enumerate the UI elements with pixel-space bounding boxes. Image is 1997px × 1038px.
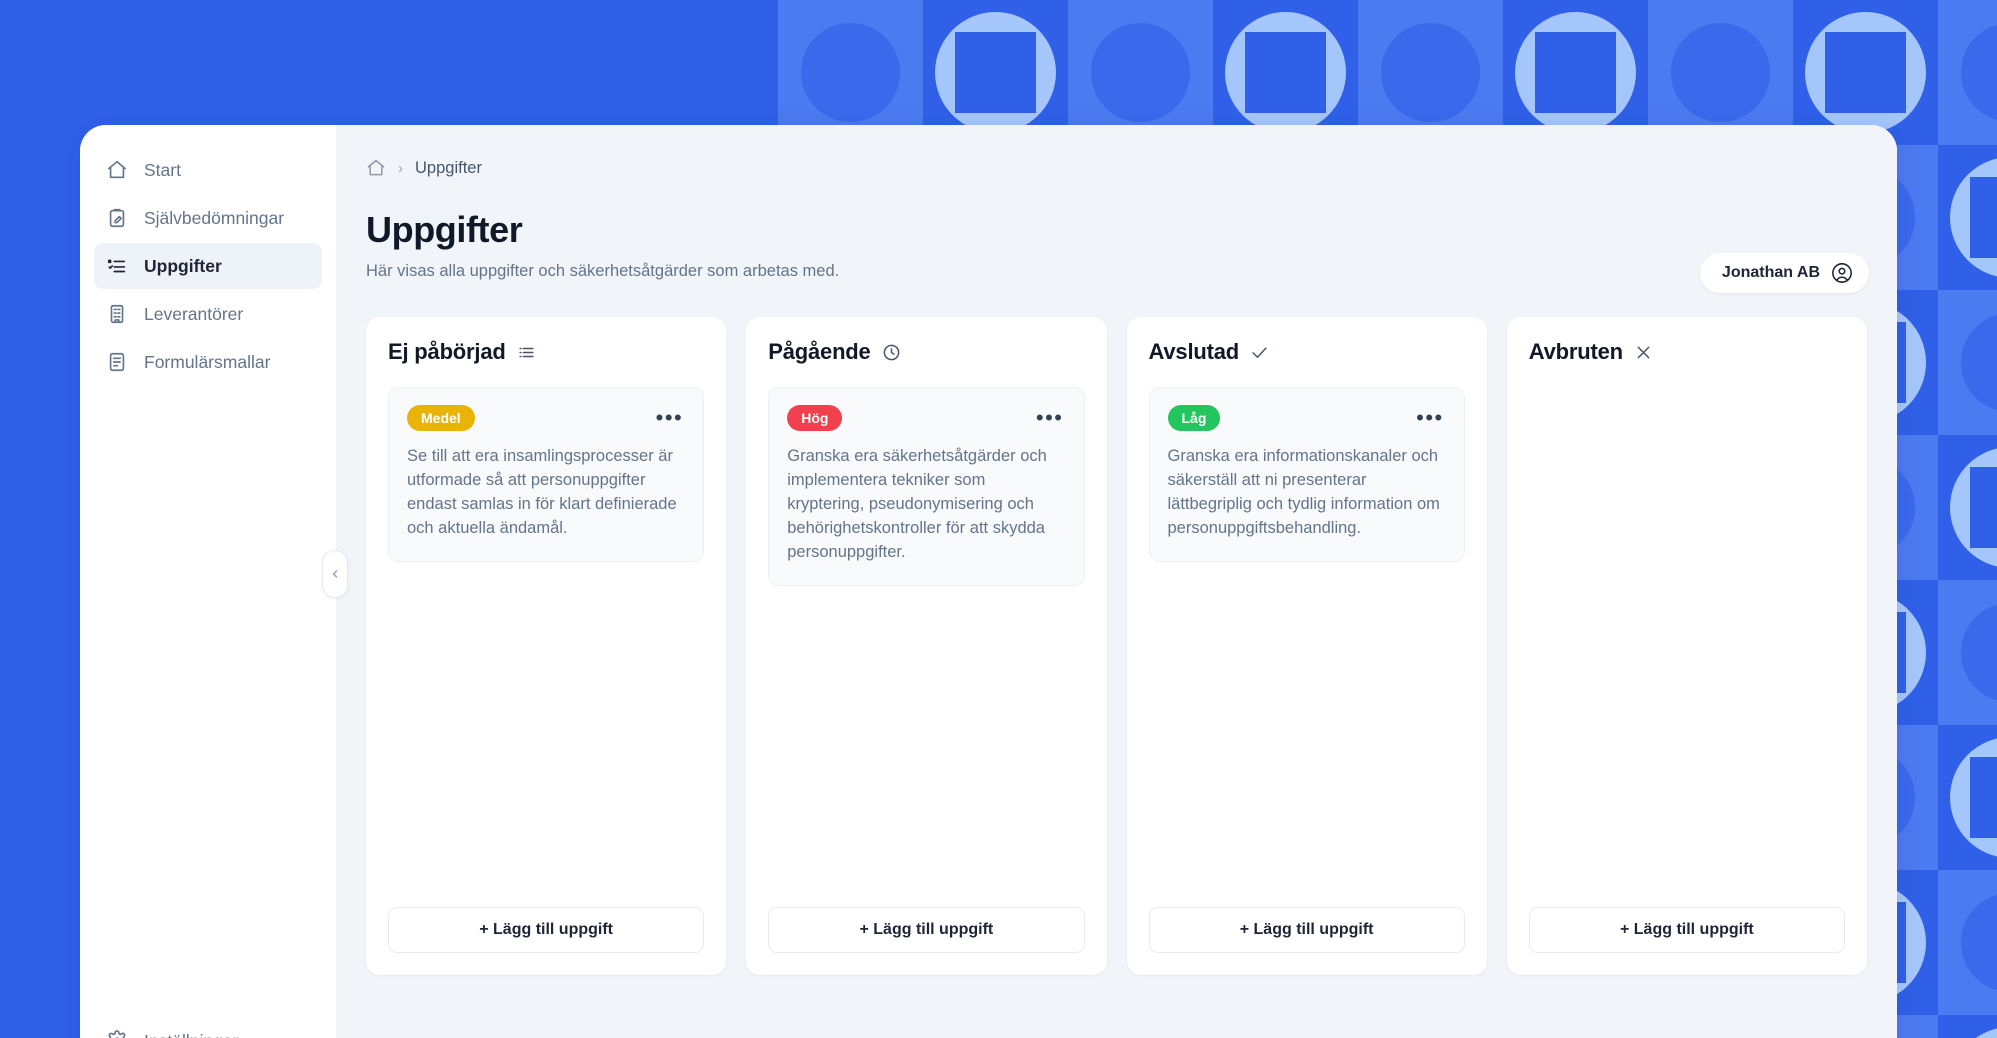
- task-card-menu-icon[interactable]: •••: [1034, 407, 1066, 429]
- page-subtitle: Här visas alla uppgifter och säkerhetsåt…: [366, 262, 840, 280]
- kanban-column-title: Avslutad: [1148, 339, 1240, 364]
- page-title: Uppgifter: [366, 209, 523, 250]
- list-checks-icon: [106, 255, 128, 277]
- x-icon: [1634, 343, 1653, 362]
- kanban-column-title: Pågående: [768, 339, 871, 364]
- user-name-label: Jonathan AB: [1721, 264, 1820, 281]
- main-content: › Uppgifter Jonathan AB Uppgifter Här vi…: [322, 125, 1897, 1038]
- priority-badge: Låg: [1167, 405, 1221, 431]
- add-task-button[interactable]: + Lägg till uppgift: [1528, 907, 1845, 953]
- sidebar-item-sj-lvbed-mningar[interactable]: Självbedömningar: [94, 195, 322, 241]
- kanban-board: Ej påbörjad Medel ••• Se till att era insam…: [336, 281, 1897, 975]
- add-task-button[interactable]: + Lägg till uppgift: [1148, 907, 1465, 953]
- clock-icon: [882, 343, 901, 362]
- breadcrumb-separator: ›: [398, 159, 403, 177]
- kanban-column-title: Ej påbörjad: [388, 339, 506, 364]
- sidebar-item-start[interactable]: Start: [94, 147, 322, 193]
- home-icon: [106, 159, 128, 181]
- task-card[interactable]: Hög ••• Granska era säkerhetsåtgärder och …: [768, 387, 1085, 586]
- kanban-column-header: Ej påbörjad: [388, 339, 704, 365]
- sidebar-item-label: Självbedömningar: [144, 207, 285, 228]
- sidebar-item-label: Leverantörer: [144, 303, 244, 324]
- sidebar-footer: Inställningar: [80, 1018, 336, 1038]
- kanban-column-title: Avbruten: [1528, 339, 1623, 364]
- check-icon: [1250, 343, 1269, 362]
- sidebar-collapse-toggle[interactable]: [322, 550, 348, 598]
- kanban-column-header: Avbruten: [1529, 339, 1845, 365]
- task-card-header: Medel •••: [407, 405, 685, 431]
- breadcrumb-current[interactable]: Uppgifter: [415, 159, 482, 178]
- kanban-column-header: Pågående: [768, 339, 1084, 365]
- file-text-icon: [106, 351, 128, 373]
- task-card[interactable]: Låg ••• Granska era informationskanaler oc…: [1148, 387, 1465, 562]
- sidebar: Start Självbedömningar Uppgifter Leverantör…: [80, 125, 336, 1038]
- task-card-menu-icon[interactable]: •••: [1414, 407, 1446, 429]
- sidebar-item-label: Uppgifter: [144, 255, 222, 276]
- sidebar-item-label: Formulärsmallar: [144, 351, 271, 372]
- sidebar-item-settings[interactable]: Inställningar: [94, 1018, 322, 1038]
- user-account-button[interactable]: Jonathan AB: [1699, 253, 1869, 293]
- kanban-card-list: Låg ••• Granska era informationskanaler oc…: [1148, 387, 1465, 562]
- kanban-card-list: Hög ••• Granska era säkerhetsåtgärder och …: [768, 387, 1085, 586]
- task-card-description: Granska era informationskanaler och säke…: [1167, 447, 1440, 537]
- home-icon[interactable]: [366, 158, 386, 178]
- gear-icon: [106, 1030, 128, 1038]
- kanban-column-header: Avslutad: [1149, 339, 1465, 365]
- kanban-column: Pågående Hög ••• Granska era säkerhetsåtgär…: [746, 317, 1107, 975]
- add-task-button[interactable]: + Lägg till uppgift: [768, 907, 1085, 953]
- task-card-header: Hög •••: [787, 405, 1065, 431]
- add-task-button[interactable]: + Lägg till uppgift: [388, 907, 705, 953]
- user-circle-icon: [1831, 262, 1853, 284]
- sidebar-item-label: Start: [144, 159, 181, 180]
- chevron-left-icon: [332, 570, 338, 578]
- task-card-description: Granska era säkerhetsåtgärder och implem…: [787, 447, 1047, 561]
- breadcrumb: › Uppgifter: [336, 125, 1897, 187]
- sidebar-item-uppgifter[interactable]: Uppgifter: [94, 243, 322, 289]
- building-icon: [106, 303, 128, 325]
- kanban-card-list: Medel ••• Se till att era insamlingsproces…: [388, 387, 705, 562]
- app-window: Start Självbedömningar Uppgifter Leverantör…: [80, 125, 1897, 1038]
- priority-badge: Medel: [407, 405, 475, 431]
- task-card-menu-icon[interactable]: •••: [654, 407, 686, 429]
- kanban-column: Avslutad Låg ••• Granska era informationska…: [1126, 317, 1487, 975]
- page-header: Uppgifter Här visas alla uppgifter och s…: [336, 187, 1897, 281]
- task-card-header: Låg •••: [1167, 405, 1446, 431]
- kanban-column: Ej påbörjad Medel ••• Se till att era insam…: [366, 317, 727, 975]
- clipboard-pen-icon: [106, 207, 128, 229]
- priority-badge: Hög: [787, 405, 843, 431]
- list-icon: [517, 343, 536, 362]
- kanban-column: Avbruten + Lägg till uppgift: [1506, 317, 1867, 975]
- task-card[interactable]: Medel ••• Se till att era insamlingsproces…: [388, 387, 705, 562]
- sidebar-item-leverant-rer[interactable]: Leverantörer: [94, 291, 322, 337]
- task-card-description: Se till att era insamlingsprocesser är u…: [407, 447, 677, 537]
- sidebar-item-formul-rsmallar[interactable]: Formulärsmallar: [94, 339, 322, 385]
- sidebar-nav-list: Start Självbedömningar Uppgifter Leverantör…: [80, 147, 336, 385]
- sidebar-item-label: Inställningar: [144, 1031, 238, 1038]
